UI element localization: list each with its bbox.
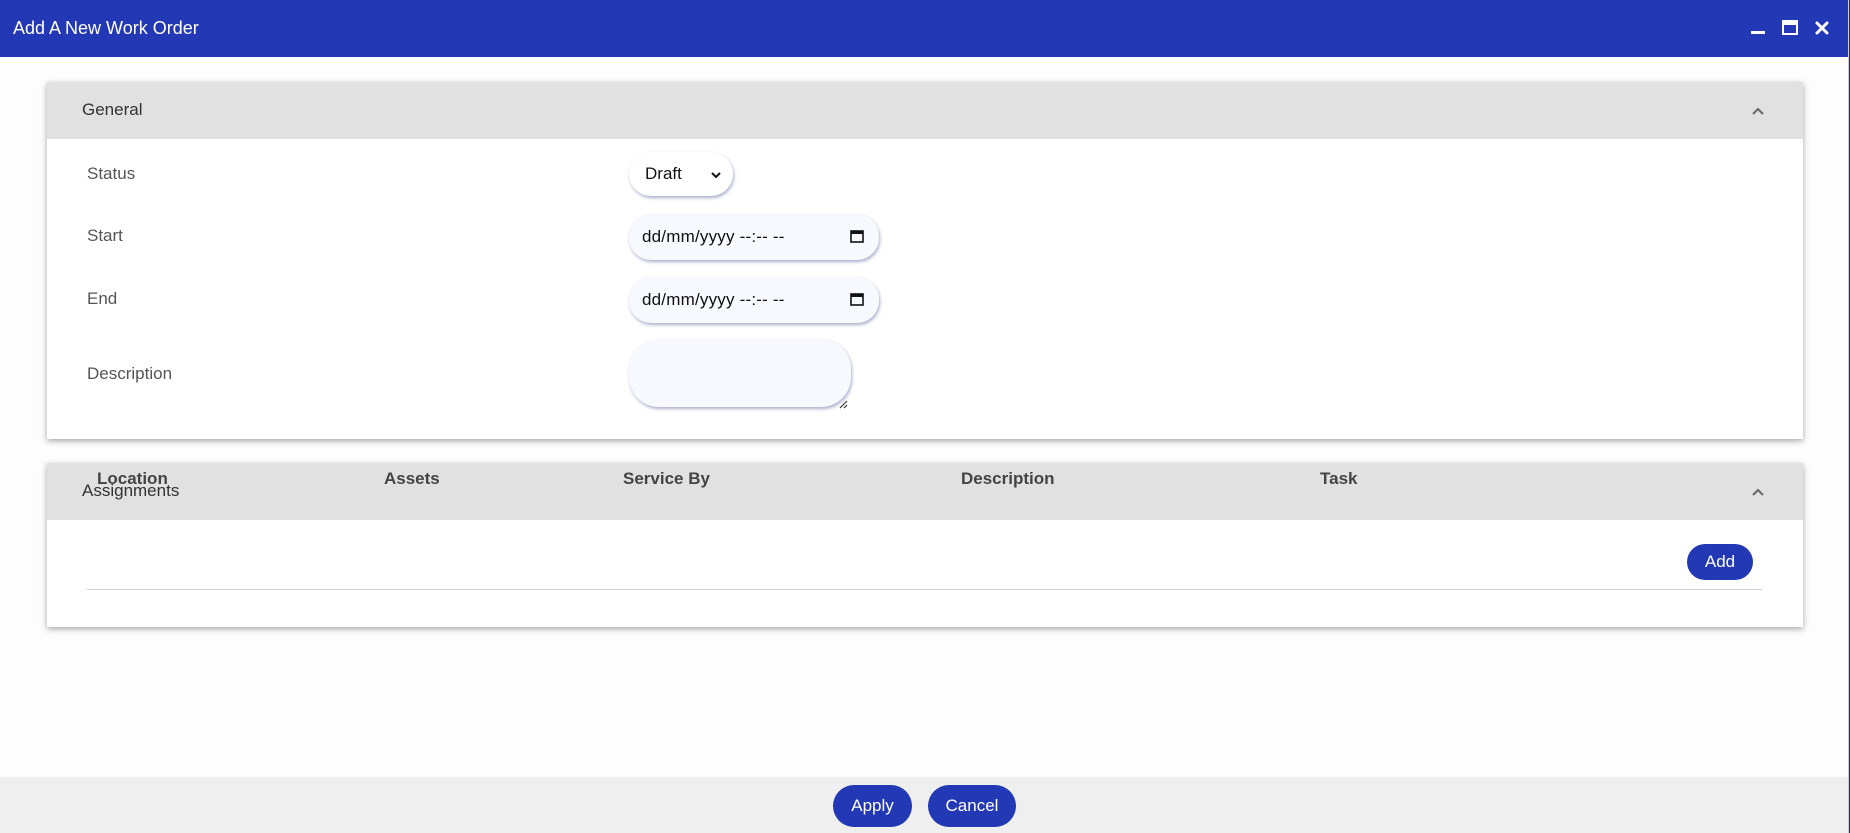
chevron-down-icon xyxy=(709,167,723,181)
end-datetime-value: dd/mm/yyyy --:-- -- xyxy=(642,290,785,309)
chevron-up-icon[interactable] xyxy=(1751,485,1765,499)
chevron-up-icon[interactable] xyxy=(1751,104,1765,118)
column-header-location[interactable]: Location xyxy=(97,469,168,489)
add-assignment-button[interactable]: Add xyxy=(1687,544,1753,580)
status-label: Status xyxy=(87,164,136,183)
minimize-icon[interactable] xyxy=(1748,18,1768,38)
start-datetime-value: dd/mm/yyyy --:-- -- xyxy=(642,227,785,246)
close-icon[interactable] xyxy=(1812,18,1832,38)
apply-button[interactable]: Apply xyxy=(833,785,912,827)
description-label: Description xyxy=(87,364,173,383)
end-label: End xyxy=(87,289,118,308)
assignments-panel: Assignments xyxy=(47,463,1803,627)
description-textarea[interactable] xyxy=(629,339,851,409)
resize-grip-icon[interactable] xyxy=(838,394,848,409)
dialog-footer: Apply Cancel xyxy=(0,777,1848,833)
assignments-panel-header[interactable]: Assignments xyxy=(47,463,1803,520)
cancel-button[interactable]: Cancel xyxy=(928,785,1016,827)
work-order-dialog: Add A New Work Order General Status Draf… xyxy=(0,0,1849,833)
maximize-icon[interactable] xyxy=(1780,18,1800,38)
column-header-service-by[interactable]: Service By xyxy=(623,469,710,489)
end-datetime-input[interactable]: dd/mm/yyyy --:-- -- xyxy=(629,277,879,323)
general-panel: General Status Draft Start dd/mm/yyyy --… xyxy=(47,82,1803,439)
general-panel-header[interactable]: General xyxy=(47,82,1803,139)
general-panel-title: General xyxy=(82,100,143,119)
status-select[interactable]: Draft xyxy=(629,152,733,196)
calendar-icon[interactable] xyxy=(849,228,865,244)
column-header-assets[interactable]: Assets xyxy=(384,469,440,489)
window-title: Add A New Work Order xyxy=(13,18,199,38)
start-datetime-input[interactable]: dd/mm/yyyy --:-- -- xyxy=(629,214,879,260)
column-header-description[interactable]: Description xyxy=(961,469,1055,489)
start-label: Start xyxy=(87,226,123,245)
table-divider xyxy=(87,589,1762,590)
title-bar[interactable]: Add A New Work Order xyxy=(0,0,1848,57)
status-select-value: Draft xyxy=(645,164,682,183)
calendar-icon[interactable] xyxy=(849,291,865,307)
column-header-task[interactable]: Task xyxy=(1320,469,1358,489)
